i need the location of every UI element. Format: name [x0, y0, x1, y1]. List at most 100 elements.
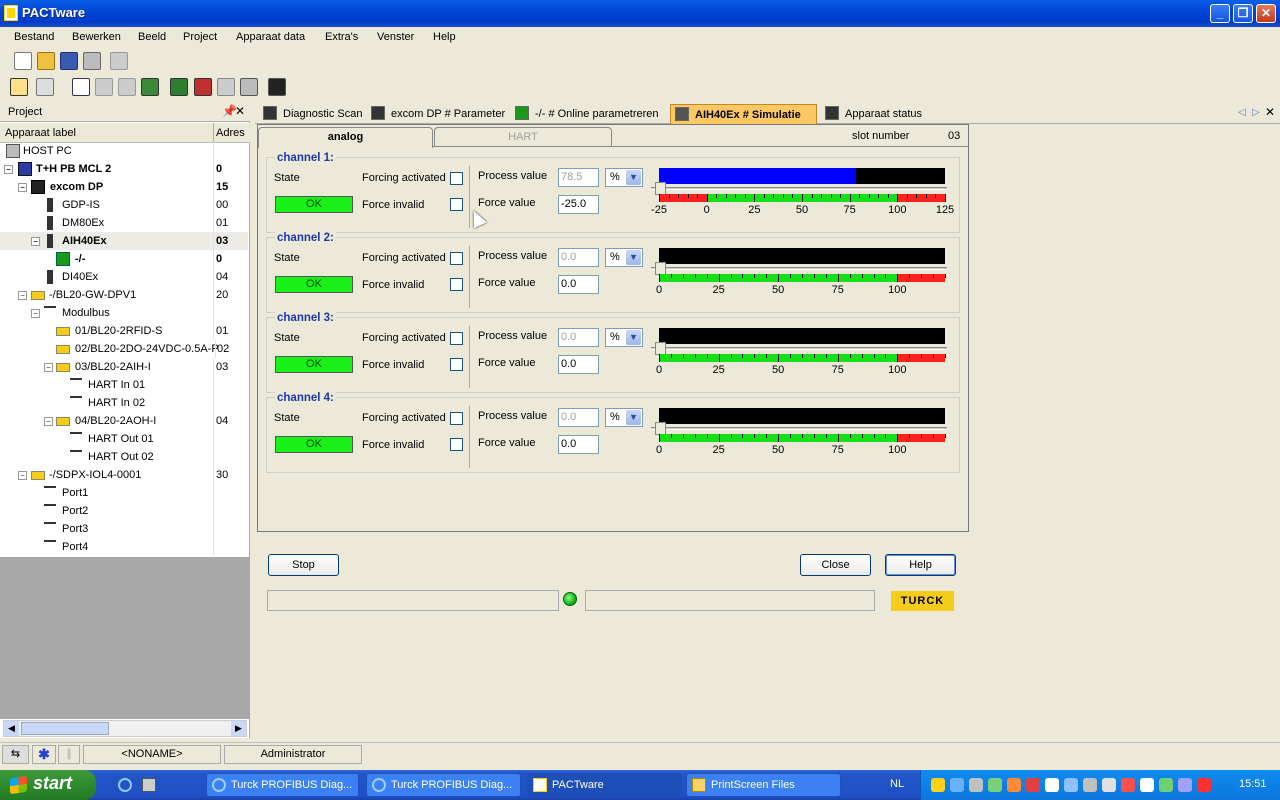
- unit-select[interactable]: % ▼: [605, 248, 643, 267]
- tree-item-bl20-2aoh[interactable]: − 04/BL20-2AOH-I 04: [0, 412, 248, 430]
- tray-icon-1[interactable]: [931, 778, 945, 792]
- language-indicator[interactable]: NL: [890, 778, 904, 790]
- tray-icon-5[interactable]: [1007, 778, 1021, 792]
- tree-item-aih40ex[interactable]: − AIH40Ex 03: [0, 232, 248, 250]
- quicklaunch-ie-icon[interactable]: [118, 778, 132, 792]
- window-icon[interactable]: [72, 78, 90, 96]
- catalog-icon[interactable]: [36, 78, 54, 96]
- subtab-hart[interactable]: HART: [434, 127, 612, 147]
- force-value-input[interactable]: 0.0: [558, 355, 599, 374]
- diagnostics-icon[interactable]: [240, 78, 258, 96]
- force-invalid-checkbox[interactable]: [450, 438, 463, 451]
- tab-aih40ex-simulatie[interactable]: AIH40Ex # Simulatie: [670, 104, 817, 124]
- tree-item-bl20-2do[interactable]: 02/BL20-2DO-24VDC-0.5A-P 02: [0, 340, 248, 358]
- print-preview-icon[interactable]: [110, 52, 128, 70]
- scroll-thumb[interactable]: [21, 722, 109, 735]
- forcing-activated-checkbox[interactable]: [450, 252, 463, 265]
- tray-icon-7[interactable]: [1045, 778, 1059, 792]
- tray-icon-6[interactable]: [1026, 778, 1040, 792]
- pause-icon[interactable]: ∥: [58, 745, 80, 764]
- tab-scroll-left-icon[interactable]: ◁: [1238, 107, 1246, 118]
- tray-icon-15[interactable]: [1197, 778, 1211, 792]
- taskbar-item-printscreen-files[interactable]: PrintScreen Files: [686, 773, 841, 797]
- tab-scroll-right-icon[interactable]: ▷: [1252, 107, 1260, 118]
- tree-item-bl20-2aih[interactable]: − 03/BL20-2AIH-I 03: [0, 358, 248, 376]
- tray-icon-11[interactable]: [1121, 778, 1135, 792]
- project-view-icon[interactable]: [10, 78, 28, 96]
- tab-online-parametreren[interactable]: -/- # Online parametreren: [511, 104, 666, 124]
- minimize-icon[interactable]: _: [1210, 4, 1230, 23]
- collapse-icon[interactable]: −: [31, 309, 40, 318]
- tree-item-host-pc[interactable]: HOST PC: [0, 142, 248, 160]
- tree-item-excom-dp[interactable]: − excom DP 15: [0, 178, 248, 196]
- tray-icon-9[interactable]: [1083, 778, 1097, 792]
- collapse-icon[interactable]: −: [4, 165, 13, 174]
- online-icon[interactable]: [141, 78, 159, 96]
- menu-bestand[interactable]: Bestand: [14, 31, 54, 43]
- tray-icon-12[interactable]: [1140, 778, 1154, 792]
- menu-project[interactable]: Project: [183, 31, 217, 43]
- horizontal-scrollbar[interactable]: ◀ ▶: [3, 720, 247, 737]
- tray-icon-2[interactable]: [950, 778, 964, 792]
- forcing-activated-checkbox[interactable]: [450, 172, 463, 185]
- force-value-input[interactable]: 0.0: [558, 275, 599, 294]
- tree-item-hart-out-02[interactable]: HART Out 02: [0, 448, 248, 466]
- restore-icon[interactable]: ❐: [1233, 4, 1253, 23]
- monitor-icon[interactable]: [268, 78, 286, 96]
- tray-icon-8[interactable]: [1064, 778, 1078, 792]
- force-slider-track[interactable]: [651, 267, 947, 270]
- connect-icon[interactable]: [95, 78, 113, 96]
- taskbar-item-turck-diag-2[interactable]: Turck PROFIBUS Diag...: [366, 773, 521, 797]
- force-invalid-checkbox[interactable]: [450, 358, 463, 371]
- menu-apparaat-data[interactable]: Apparaat data: [236, 31, 305, 43]
- panel-close-icon[interactable]: ✕: [235, 104, 245, 118]
- force-slider-track[interactable]: [651, 427, 947, 430]
- tree-item-di40ex[interactable]: DI40Ex 04: [0, 268, 248, 286]
- scroll-left-icon[interactable]: ◀: [4, 721, 19, 736]
- tab-diagnostic-scan[interactable]: Diagnostic Scan: [259, 104, 364, 124]
- tree-item-hart-in-01[interactable]: HART In 01: [0, 376, 248, 394]
- connection-status-icon[interactable]: ⇆: [2, 745, 29, 764]
- tree-item-hart-out-01[interactable]: HART Out 01: [0, 430, 248, 448]
- print-icon[interactable]: [83, 52, 101, 70]
- tree-item-port3[interactable]: Port3: [0, 520, 248, 538]
- unit-select[interactable]: % ▼: [605, 408, 643, 427]
- collapse-icon[interactable]: −: [31, 237, 40, 246]
- tree-item-th-pb-mcl2[interactable]: − T+H PB MCL 2 0: [0, 160, 248, 178]
- tree-item-port1[interactable]: Port1: [0, 484, 248, 502]
- collapse-icon[interactable]: −: [18, 471, 27, 480]
- open-folder-icon[interactable]: [37, 52, 55, 70]
- stop-button[interactable]: Stop: [268, 554, 339, 576]
- upload-icon[interactable]: [170, 78, 188, 96]
- subtab-analog[interactable]: analog: [258, 127, 433, 148]
- save-icon[interactable]: [60, 52, 78, 70]
- disconnect-icon[interactable]: [118, 78, 136, 96]
- tree-item-bl20-gw-dpv1[interactable]: − -/BL20-GW-DPV1 20: [0, 286, 248, 304]
- tree-item-port4[interactable]: Port4: [0, 538, 248, 556]
- tree-item-modulbus[interactable]: − Modulbus: [0, 304, 248, 322]
- tree-item-sdpx-iol4[interactable]: − -/SDPX-IOL4-0001 30: [0, 466, 248, 484]
- force-value-input[interactable]: -25.0: [558, 195, 599, 214]
- column-apparaat-label[interactable]: Apparaat label: [5, 127, 76, 139]
- unit-select[interactable]: % ▼: [605, 328, 643, 347]
- tray-icon-10[interactable]: [1102, 778, 1116, 792]
- force-slider-track[interactable]: [651, 187, 947, 190]
- tab-apparaat-status[interactable]: Apparaat status: [821, 104, 931, 124]
- force-invalid-checkbox[interactable]: [450, 198, 463, 211]
- forcing-activated-checkbox[interactable]: [450, 332, 463, 345]
- collapse-icon[interactable]: −: [44, 363, 53, 372]
- menu-help[interactable]: Help: [433, 31, 456, 43]
- collapse-icon[interactable]: −: [44, 417, 53, 426]
- tree-item-hart-device[interactable]: -/- 0: [0, 250, 248, 268]
- close-button[interactable]: Close: [800, 554, 871, 576]
- collapse-icon[interactable]: −: [18, 291, 27, 300]
- collapse-icon[interactable]: −: [18, 183, 27, 192]
- asterisk-icon[interactable]: ✱: [32, 745, 56, 764]
- download-icon[interactable]: [194, 78, 212, 96]
- tray-icon-3[interactable]: [969, 778, 983, 792]
- tree-item-hart-in-02[interactable]: HART In 02: [0, 394, 248, 412]
- force-slider-track[interactable]: [651, 347, 947, 350]
- menu-bewerken[interactable]: Bewerken: [72, 31, 121, 43]
- tray-icon-14[interactable]: [1178, 778, 1192, 792]
- tree-item-gdp-is[interactable]: GDP-IS 00: [0, 196, 248, 214]
